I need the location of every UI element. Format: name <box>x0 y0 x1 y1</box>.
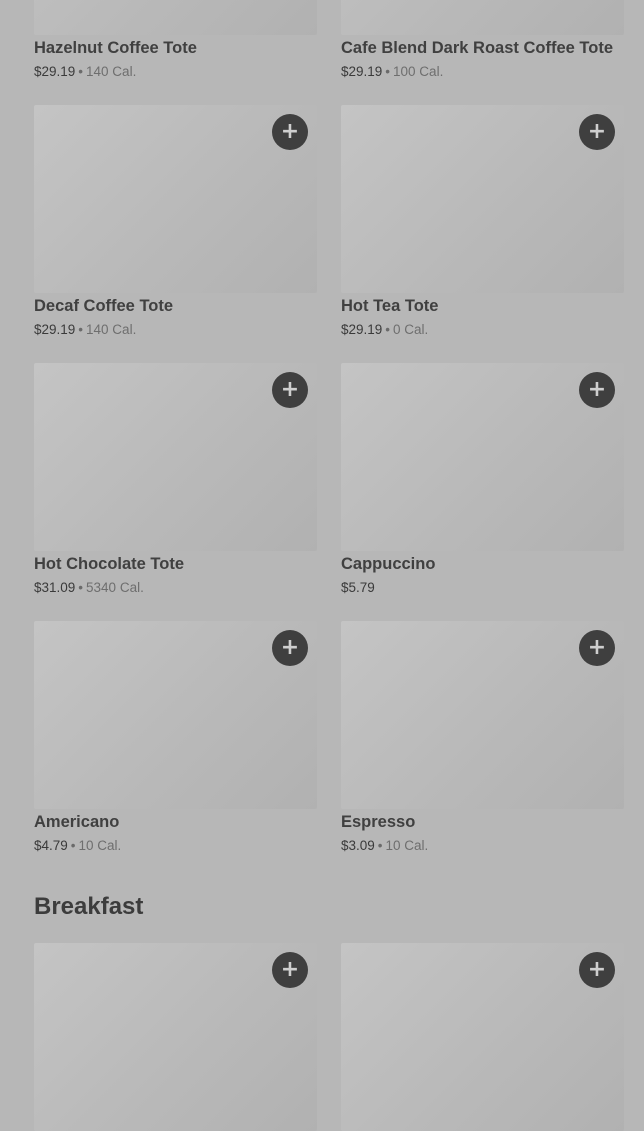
item-price: $29.19 <box>341 322 383 337</box>
item-calories: 5340 Cal. <box>86 580 144 595</box>
item-meta: $4.79 • 10 Cal. <box>34 838 317 853</box>
item-meta: $29.19 • 140 Cal. <box>34 64 317 79</box>
separator: • <box>78 64 84 79</box>
separator: • <box>78 580 84 595</box>
add-to-cart-button[interactable]: + <box>579 630 615 666</box>
item-name: Espresso <box>341 813 416 831</box>
menu-item-card[interactable]: Hazelnut Coffee Tote $29.19 • 140 Cal. <box>34 0 317 79</box>
separator: • <box>377 838 383 853</box>
add-to-cart-button[interactable]: + <box>579 114 615 150</box>
menu-item-card[interactable]: + Americano $4.79 • 10 Cal. <box>34 621 317 853</box>
item-meta: $29.19 • 140 Cal. <box>34 322 317 337</box>
menu-item-card[interactable]: + Decaf Coffee Tote $29.19 • 140 Cal. <box>34 105 317 337</box>
item-meta: $29.19 • 0 Cal. <box>341 322 624 337</box>
menu-item-card[interactable]: + Hot Chocolate Tote $31.09 • 5340 Cal. <box>34 363 317 595</box>
item-calories: 140 Cal. <box>86 322 137 337</box>
item-image[interactable]: + <box>341 943 624 1131</box>
item-name: Cappuccino <box>341 555 436 573</box>
item-meta: $5.79 <box>341 580 624 595</box>
item-price: $31.09 <box>34 580 76 595</box>
item-image[interactable]: + <box>34 943 317 1131</box>
menu-item-card[interactable]: + Cappuccino $5.79 <box>341 363 624 595</box>
item-image[interactable] <box>34 0 317 35</box>
item-image[interactable] <box>341 0 624 35</box>
item-calories: 0 Cal. <box>393 322 429 337</box>
item-name: Cafe Blend Dark Roast Coffee Tote <box>341 39 613 57</box>
item-name: Hazelnut Coffee Tote <box>34 39 197 57</box>
item-meta: $31.09 • 5340 Cal. <box>34 580 317 595</box>
item-calories: 10 Cal. <box>78 838 122 853</box>
separator: • <box>385 64 391 79</box>
item-name: Hot Chocolate Tote <box>34 555 185 573</box>
menu-item-card[interactable]: Cafe Blend Dark Roast Coffee Tote $29.19… <box>341 0 624 79</box>
item-name: Hot Tea Tote <box>341 297 439 315</box>
item-price: $29.19 <box>34 64 76 79</box>
add-to-cart-button[interactable]: + <box>579 952 615 988</box>
separator: • <box>78 322 84 337</box>
item-image[interactable]: + <box>34 105 317 293</box>
menu-item-card[interactable]: + <box>34 943 317 1131</box>
item-calories: 140 Cal. <box>86 64 137 79</box>
menu-item-card[interactable]: + <box>341 943 624 1131</box>
section-title-breakfast: Breakfast <box>34 893 144 920</box>
item-price: $3.09 <box>341 838 375 853</box>
item-price: $29.19 <box>34 322 76 337</box>
item-price: $5.79 <box>341 580 375 595</box>
add-to-cart-button[interactable]: + <box>272 630 308 666</box>
item-name: Americano <box>34 813 120 831</box>
menu-item-card[interactable]: + Espresso $3.09 • 10 Cal. <box>341 621 624 853</box>
add-to-cart-button[interactable]: + <box>272 372 308 408</box>
item-calories: 10 Cal. <box>385 838 429 853</box>
add-to-cart-button[interactable]: + <box>272 952 308 988</box>
item-meta: $3.09 • 10 Cal. <box>341 838 624 853</box>
item-price: $4.79 <box>34 838 68 853</box>
separator: • <box>385 322 391 337</box>
separator: • <box>70 838 76 853</box>
item-calories: 100 Cal. <box>393 64 444 79</box>
add-to-cart-button[interactable]: + <box>579 372 615 408</box>
add-to-cart-button[interactable]: + <box>272 114 308 150</box>
item-image[interactable]: + <box>34 621 317 809</box>
item-image[interactable]: + <box>341 363 624 551</box>
item-image[interactable]: + <box>341 105 624 293</box>
item-price: $29.19 <box>341 64 383 79</box>
item-meta: $29.19 • 100 Cal. <box>341 64 624 79</box>
item-name: Decaf Coffee Tote <box>34 297 174 315</box>
item-image[interactable]: + <box>341 621 624 809</box>
menu-item-card[interactable]: + Hot Tea Tote $29.19 • 0 Cal. <box>341 105 624 337</box>
item-image[interactable]: + <box>34 363 317 551</box>
